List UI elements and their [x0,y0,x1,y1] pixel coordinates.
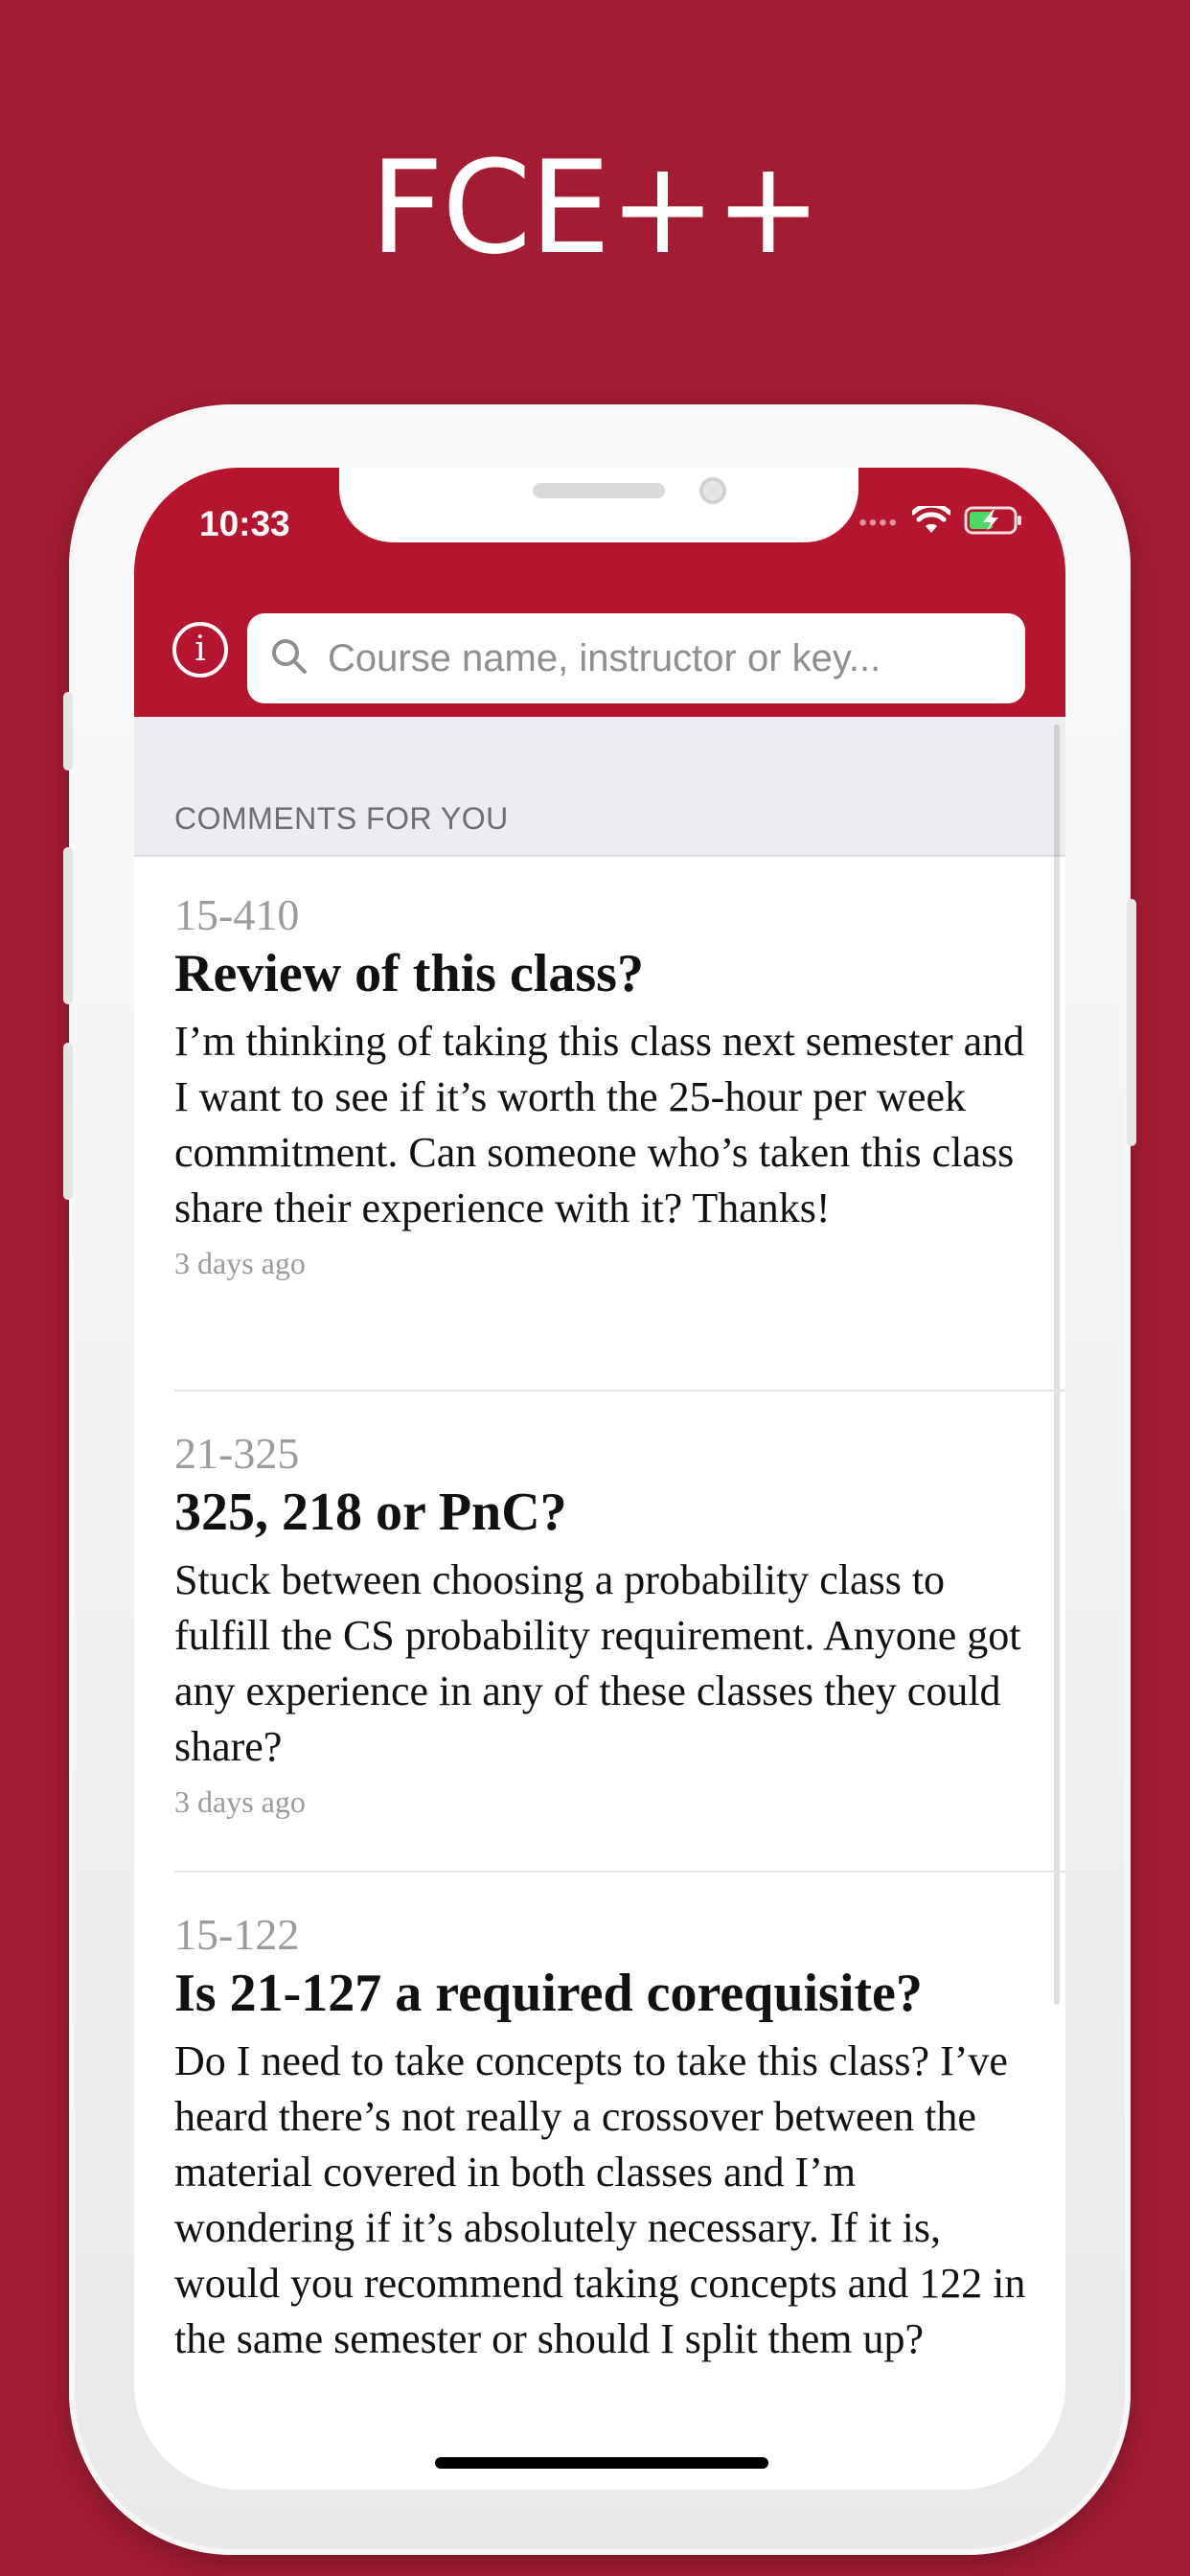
comment-title: Is 21-127 a required corequisite? [174,1964,923,2023]
comment-title: 325, 218 or PnC? [174,1483,567,1542]
comment-time: 3 days ago [174,1784,306,1819]
comment-body: Do I need to take concepts to take this … [174,2037,1026,2362]
comment-course: 21-325 [174,1429,300,1478]
info-icon[interactable]: i [172,622,228,678]
comment-time: 3 days ago [174,1246,306,1280]
comment-body: Stuck between choosing a probability cla… [174,1556,1021,1770]
status-icons: •••• [858,502,1023,540]
comment-item[interactable]: 21-325 325, 218 or PnC? Stuck between ch… [174,1392,1065,1873]
signal-icon: •••• [858,509,899,536]
comment-list: 15-410 Review of this class? I’m thinkin… [134,857,1065,2490]
volume-down-button [63,1043,73,1200]
section-header-label: COMMENTS FOR YOU [174,801,509,836]
speaker [533,483,665,498]
comment-course: 15-410 [174,890,300,939]
comment-course: 15-122 [174,1910,300,1959]
search-input[interactable] [326,635,1000,681]
mute-switch [63,692,73,770]
home-indicator[interactable] [435,2457,768,2469]
volume-up-button [63,847,73,1004]
marketing-title: FCE++ [370,133,822,283]
power-button [1127,899,1136,1146]
status-time: 10:33 [199,504,290,543]
comment-title: Review of this class? [174,944,644,1003]
nav-bar: i [134,602,1065,717]
comment-item[interactable]: 15-122 Is 21-127 a required corequisite?… [174,1873,1065,2490]
phone-screen: 10:33 •••• i Course name, instructor or … [134,468,1065,2490]
search-field[interactable] [247,613,1025,703]
battery-charging-icon [964,506,1023,540]
comment-item[interactable]: 15-410 Review of this class? I’m thinkin… [174,857,1065,1392]
front-camera [699,477,726,504]
notch [339,468,858,542]
wifi-icon [910,502,952,540]
comment-body: I’m thinking of taking this class next s… [174,1018,1025,1231]
section-header: COMMENTS FOR YOU [134,717,1065,857]
search-icon [270,637,309,680]
